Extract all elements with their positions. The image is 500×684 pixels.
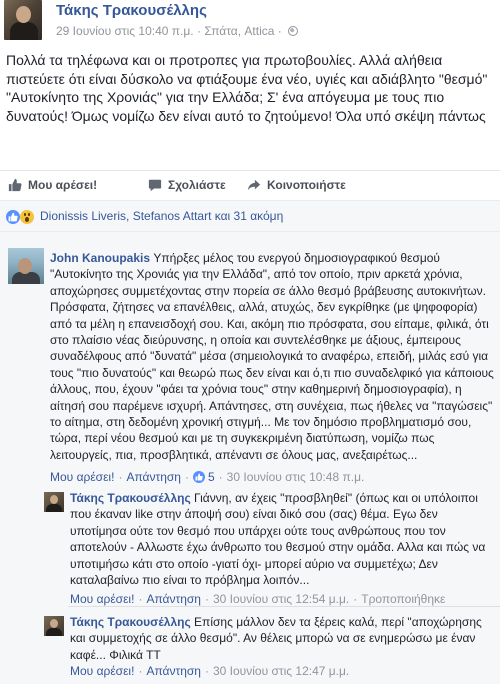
comment-like-link[interactable]: Μου αρέσει! [50,470,114,484]
post-actions-bar: Μου αρέσει! Σχολιάστε Κοινοποιήστε [0,170,500,200]
commenter-avatar[interactable] [8,248,44,284]
wow-reaction-icon[interactable] [20,210,34,224]
comment-author-name[interactable]: John Kanoupakis [50,251,150,265]
reply-timestamp[interactable]: 30 Ιουνίου στις 12:47 μ.μ. [213,664,349,678]
reactions-bar: Dionissis Liveris, Stefanos Attart και 3… [0,200,500,232]
like-button-label: Μου αρέσει! [28,178,98,192]
comment-1-footer: Μου αρέσει! · Απάντηση · 5 · 30 Ιουνίου στις 1… [50,470,365,484]
reply-reply-link[interactable]: Απάντηση [146,664,201,678]
post-location[interactable]: Σπάτα, Attica [204,24,274,38]
author-avatar[interactable] [4,0,42,40]
share-button[interactable]: Κοινοποιήστε [247,178,346,192]
reply-2-footer: Μου αρέσει! · Απάντηση · 30 Ιουνίου στις 12:… [70,664,350,678]
comment-button-label: Σχολιάστε [168,178,226,192]
like-reaction-icon[interactable] [192,471,205,483]
share-button-label: Κοινοποιήστε [267,178,346,192]
reply-like-link[interactable]: Μου αρέσει! [70,592,134,606]
reactions-summary-link[interactable]: Dionissis Liveris, Stefanos Attart και 3… [40,209,283,223]
reply-like-link[interactable]: Μου αρέσει! [70,664,134,678]
comments-section: John Kanoupakis Υπήρξες μέλος του ενεργο… [0,232,500,684]
comment-text: Υπήρξες μέλος του ενεργού δημοσιογραφικο… [50,251,494,462]
comment-timestamp[interactable]: 30 Ιουνίου στις 10:48 π.μ. [227,470,365,484]
comment-reply-link[interactable]: Απάντηση [126,470,181,484]
edited-label[interactable]: Τροποποιήθηκε [361,592,445,606]
post-author-name[interactable]: Τάκης Τρακουσέλλης [56,2,207,19]
reply-divider [68,606,500,607]
thumbs-up-icon [8,178,22,192]
reply-author-name[interactable]: Τάκης Τρακουσέλλης [70,491,191,505]
reply-1-footer: Μου αρέσει! · Απάντηση · 30 Ιουνίου στις 12:… [70,592,446,606]
post-header: Τάκης Τρακουσέλλης 29 Ιουνίου στις 10:40… [0,0,500,44]
like-button[interactable]: Μου αρέσει! [8,178,97,192]
reply-author-avatar[interactable] [44,492,64,512]
reply-author-name[interactable]: Τάκης Τρακουσέλλης [70,615,191,629]
comment-1-body: John Kanoupakis Υπήρξες μέλος του ενεργο… [50,250,494,463]
reply-2-body: Τάκης Τρακουσέλλης Επίσης μάλλον δεν τα … [70,614,494,663]
share-arrow-icon [247,179,261,191]
reply-reply-link[interactable]: Απάντηση [146,592,201,606]
post-timestamp[interactable]: 29 Ιουνίου στις 10:40 π.μ. [56,24,194,38]
comment-button[interactable]: Σχολιάστε [148,178,226,192]
reply-1-body: Τάκης Τρακουσέλλης Γιάννη, αν έχεις "προ… [70,490,494,588]
reply-text: Γιάννη, αν έχεις "προσβληθεί" (όπως και … [70,491,486,588]
reply-timestamp[interactable]: 30 Ιουνίου στις 12:54 μ.μ. [213,592,349,606]
meta-separator-2: · [277,24,282,38]
comment-like-count[interactable]: 5 [208,470,215,484]
like-reaction-icon[interactable] [6,210,20,224]
comment-bubble-icon [148,179,162,192]
globe-icon[interactable] [288,26,299,36]
post-meta: 29 Ιουνίου στις 10:40 π.μ. · Σπάτα, Atti… [56,24,299,38]
reply-author-avatar[interactable] [44,616,64,636]
post-text: Πολλά τα τηλέφωνα και οι προτροπες για π… [6,52,488,124]
meta-separator: · [197,24,201,38]
